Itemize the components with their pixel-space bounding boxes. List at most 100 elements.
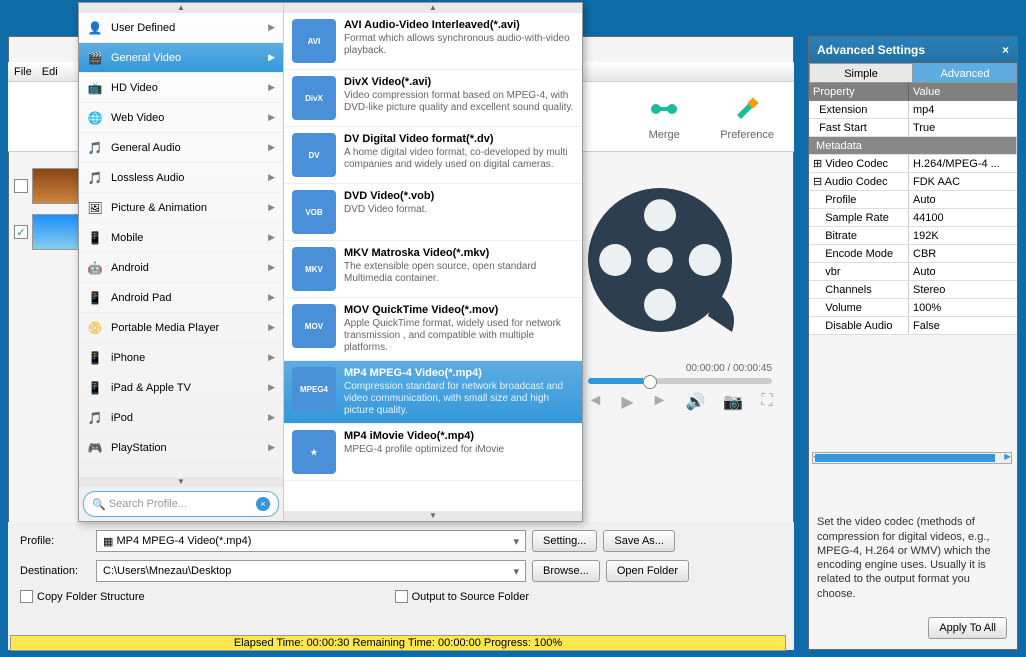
format-badge-icon: ★ (292, 430, 336, 474)
chevron-right-icon: ▶ (268, 112, 275, 123)
setting-button[interactable]: Setting... (532, 530, 597, 552)
property-row[interactable]: Extensionmp4 (809, 101, 1017, 119)
next-button[interactable]: ► (652, 392, 668, 412)
checkbox[interactable]: ✓ (14, 225, 28, 239)
scroll-up-icon[interactable]: ▲ (284, 3, 582, 13)
search-input[interactable]: 🔍 Search Profile... × (83, 491, 279, 517)
copy-folder-check[interactable]: Copy Folder Structure (20, 590, 145, 603)
open-folder-button[interactable]: Open Folder (606, 560, 689, 582)
destination-combo[interactable]: C:\Users\Mnezau\Desktop ▾ (96, 560, 526, 582)
scrollbar[interactable]: ◄► (812, 452, 1012, 464)
category-icon: 📺 (87, 80, 103, 96)
format-item[interactable]: ★MP4 iMovie Video(*.mp4)MPEG-4 profile o… (284, 424, 582, 481)
category-icon: 📱 (87, 230, 103, 246)
tab-simple[interactable]: Simple (809, 63, 913, 83)
property-row[interactable]: ProfileAuto (809, 191, 1017, 209)
merge-icon (648, 93, 680, 125)
category-item[interactable]: 🎵iPod▶ (79, 403, 283, 433)
scroll-down-icon[interactable]: ▼ (284, 511, 582, 521)
category-item[interactable]: 🎵Lossless Audio▶ (79, 163, 283, 193)
format-item[interactable]: MKVMKV Matroska Video(*.mkv)The extensib… (284, 241, 582, 298)
tool-preference[interactable]: Preference (720, 93, 774, 141)
format-item[interactable]: DivXDivX Video(*.avi)Video compression f… (284, 70, 582, 127)
checkbox[interactable] (20, 590, 33, 603)
play-button[interactable]: ▶ (621, 392, 633, 412)
tool-merge[interactable]: Merge (648, 93, 680, 141)
chevron-right-icon: ▶ (268, 442, 275, 453)
property-row[interactable]: ⊞ Video CodecH.264/MPEG-4 ... (809, 155, 1017, 173)
chevron-right-icon: ▶ (268, 322, 275, 333)
format-item[interactable]: AVIAVI Audio-Video Interleaved(*.avi)For… (284, 13, 582, 70)
property-row[interactable]: Fast StartTrue (809, 119, 1017, 137)
format-badge-icon: DivX (292, 76, 336, 120)
scroll-down-icon[interactable]: ▼ (79, 477, 283, 487)
property-row[interactable]: Encode ModeCBR (809, 245, 1017, 263)
category-item[interactable]: 🎬General Video▶ (79, 43, 283, 73)
close-icon[interactable]: × (1002, 43, 1009, 57)
category-icon: 📀 (87, 320, 103, 336)
menu-edit[interactable]: Edi (42, 62, 58, 81)
volume-icon[interactable]: 🔊 (685, 392, 705, 412)
thumbnail (32, 168, 82, 204)
property-row[interactable]: Volume100% (809, 299, 1017, 317)
browse-button[interactable]: Browse... (532, 560, 600, 582)
category-icon: 📱 (87, 290, 103, 306)
chevron-right-icon: ▶ (268, 202, 275, 213)
tab-advanced[interactable]: Advanced (913, 63, 1017, 83)
checkbox[interactable] (14, 179, 28, 193)
seek-slider[interactable] (588, 378, 772, 384)
format-list: ▲ AVIAVI Audio-Video Interleaved(*.avi)F… (284, 3, 582, 521)
category-icon: 🤖 (87, 260, 103, 276)
clear-icon[interactable]: × (256, 497, 270, 511)
apply-to-all-button[interactable]: Apply To All (928, 617, 1007, 639)
category-item[interactable]: 📱Mobile▶ (79, 223, 283, 253)
category-icon: 📱 (87, 350, 103, 366)
output-source-check[interactable]: Output to Source Folder (395, 590, 529, 603)
fullscreen-button[interactable]: ⛶ (761, 392, 772, 412)
property-row[interactable]: Sample Rate44100 (809, 209, 1017, 227)
checkbox[interactable] (395, 590, 408, 603)
format-item[interactable]: DVDV Digital Video format(*.dv)A home di… (284, 127, 582, 184)
chevron-right-icon: ▶ (268, 232, 275, 243)
format-item[interactable]: MPEG4MP4 MPEG-4 Video(*.mp4)Compression … (284, 361, 582, 424)
thumbnail (32, 214, 82, 250)
property-row[interactable]: ⊟ Audio CodecFDK AAC (809, 173, 1017, 191)
snapshot-button[interactable]: 📷 (723, 392, 743, 412)
list-item[interactable] (14, 168, 82, 204)
list-item[interactable]: ✓ (14, 214, 82, 250)
format-badge-icon: MOV (292, 304, 336, 348)
category-item[interactable]: 📱Android Pad▶ (79, 283, 283, 313)
property-category[interactable]: Metadata (809, 137, 1017, 155)
category-item[interactable]: 🎵General Audio▶ (79, 133, 283, 163)
chevron-right-icon: ▶ (268, 52, 275, 63)
category-icon: 🎵 (87, 410, 103, 426)
format-badge-icon: MPEG4 (292, 367, 336, 411)
chevron-right-icon: ▶ (268, 172, 275, 183)
property-row[interactable]: ChannelsStereo (809, 281, 1017, 299)
property-row[interactable]: Disable AudioFalse (809, 317, 1017, 335)
chevron-right-icon: ▶ (268, 412, 275, 423)
category-item[interactable]: 👤User Defined▶ (79, 13, 283, 43)
profile-combo[interactable]: ▦ MP4 MPEG-4 Video(*.mp4) ▾ (96, 530, 526, 552)
category-icon: 📱 (87, 380, 103, 396)
chevron-down-icon: ▾ (513, 535, 519, 548)
profile-dropdown: ▲ 👤User Defined▶🎬General Video▶📺HD Video… (78, 2, 583, 522)
category-item[interactable]: 🌐Web Video▶ (79, 103, 283, 133)
category-item[interactable]: 🤖Android▶ (79, 253, 283, 283)
chevron-right-icon: ▶ (268, 382, 275, 393)
category-item[interactable]: 🖼Picture & Animation▶ (79, 193, 283, 223)
category-item[interactable]: 📀Portable Media Player▶ (79, 313, 283, 343)
scroll-up-icon[interactable]: ▲ (79, 3, 283, 13)
category-icon: 🎵 (87, 170, 103, 186)
menu-file[interactable]: File (14, 62, 32, 81)
property-row[interactable]: vbrAuto (809, 263, 1017, 281)
property-row[interactable]: Bitrate192K (809, 227, 1017, 245)
save-as-button[interactable]: Save As... (603, 530, 675, 552)
category-item[interactable]: 📺HD Video▶ (79, 73, 283, 103)
category-item[interactable]: 📱iPhone▶ (79, 343, 283, 373)
category-item[interactable]: 📱iPad & Apple TV▶ (79, 373, 283, 403)
prev-button[interactable]: ◄ (587, 392, 603, 412)
format-item[interactable]: VOBDVD Video(*.vob)DVD Video format. (284, 184, 582, 241)
format-item[interactable]: MOVMOV QuickTime Video(*.mov)Apple Quick… (284, 298, 582, 361)
category-item[interactable]: 🎮PlayStation▶ (79, 433, 283, 463)
